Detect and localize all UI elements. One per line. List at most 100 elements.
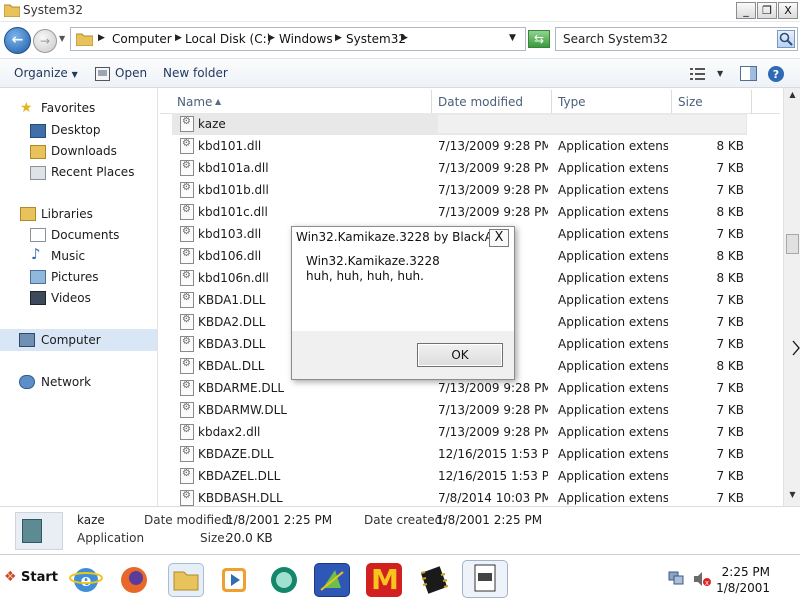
- column-divider[interactable]: [551, 90, 552, 114]
- file-row[interactable]: KBDARMW.DLL 7/13/2009 9:28 PM Application …: [160, 399, 760, 421]
- file-size: 7 KB: [716, 315, 744, 329]
- breadcrumb-system32[interactable]: System32: [346, 32, 406, 46]
- breadcrumb-chevron-icon[interactable]: ▶: [98, 33, 105, 43]
- dll-file-icon: [180, 160, 194, 176]
- breadcrumb-chevron-icon[interactable]: ▶: [268, 33, 275, 43]
- file-name: kbd101b.dll: [198, 183, 269, 197]
- vertical-scrollbar[interactable]: ▲ ▼: [783, 88, 800, 506]
- file-name: kbd101a.dll: [198, 161, 269, 175]
- back-arrow-icon[interactable]: ←: [4, 27, 31, 54]
- breadcrumb-local-disk[interactable]: Local Disk (C:): [185, 32, 271, 46]
- file-name: kbd101c.dll: [198, 205, 268, 219]
- breadcrumb-chevron-icon[interactable]: ▶: [175, 33, 182, 43]
- new-folder-button[interactable]: New folder: [163, 66, 228, 80]
- firefox-icon[interactable]: [116, 563, 152, 597]
- scroll-down-icon[interactable]: ▼: [785, 490, 800, 504]
- file-type: Application extens...: [558, 227, 668, 241]
- nav-favorites[interactable]: Favorites: [41, 101, 95, 115]
- column-name[interactable]: Name: [177, 95, 212, 109]
- view-options-icon[interactable]: [690, 67, 706, 81]
- nav-documents[interactable]: Documents: [51, 228, 119, 242]
- nav-libraries[interactable]: Libraries: [41, 207, 93, 221]
- nav-desktop[interactable]: Desktop: [51, 123, 101, 137]
- column-divider[interactable]: [671, 90, 672, 114]
- clock-time[interactable]: 2:25 PM: [710, 565, 770, 579]
- mcdonalds-logo: M: [371, 563, 399, 596]
- preview-pane-icon[interactable]: [740, 66, 757, 81]
- column-date-modified[interactable]: Date modified: [438, 95, 523, 109]
- breadcrumb-chevron-icon[interactable]: ▶: [401, 33, 408, 43]
- dialog-close-button[interactable]: X: [489, 229, 509, 247]
- media-player-icon[interactable]: [216, 563, 252, 597]
- dll-file-icon: [180, 204, 194, 220]
- organize-button[interactable]: Organize ▼: [14, 66, 78, 80]
- chip-icon[interactable]: [416, 563, 452, 597]
- search-input[interactable]: Search System32: [555, 27, 798, 51]
- details-modified-label: Date modified:: [144, 513, 234, 527]
- file-row[interactable]: kbd101b.dll 7/13/2009 9:28 PM Application …: [160, 179, 760, 201]
- close-button[interactable]: X: [778, 2, 798, 19]
- minimize-button[interactable]: _: [736, 2, 756, 19]
- nav-recent-places[interactable]: Recent Places: [51, 165, 134, 179]
- column-size[interactable]: Size: [678, 95, 703, 109]
- file-row[interactable]: kbd101a.dll 7/13/2009 9:28 PM Application …: [160, 157, 760, 179]
- details-pane: kaze Application Date modified: 1/8/2001…: [0, 506, 800, 554]
- dll-file-icon: [180, 402, 194, 418]
- recent-pages-dropdown-icon[interactable]: ▼: [59, 34, 65, 43]
- chat-app-icon[interactable]: [266, 563, 302, 597]
- breadcrumb-chevron-icon[interactable]: ▶: [335, 33, 342, 43]
- window-title-bar[interactable]: System32 _ ❐ X: [0, 0, 800, 22]
- details-file-kind: Application: [77, 531, 145, 545]
- open-button[interactable]: Open: [115, 66, 147, 80]
- start-button[interactable]: ❖ Start: [2, 565, 58, 593]
- scrollbar-thumb[interactable]: [786, 234, 799, 254]
- help-icon[interactable]: ?: [767, 65, 785, 83]
- mcdonalds-icon[interactable]: M: [366, 563, 402, 597]
- internet-explorer-icon[interactable]: e: [68, 563, 104, 597]
- view-dropdown-icon[interactable]: ▼: [717, 69, 723, 78]
- file-row[interactable]: kaze: [160, 113, 760, 135]
- file-size: 7 KB: [716, 491, 744, 505]
- dll-file-icon: [180, 270, 194, 286]
- address-bar[interactable]: ▶ Computer ▶ Local Disk (C:) ▶ Windows ▶…: [70, 27, 526, 51]
- volume-muted-icon[interactable]: x: [693, 571, 711, 587]
- file-explorer-icon[interactable]: [168, 563, 204, 597]
- forward-arrow-icon[interactable]: →: [33, 29, 57, 53]
- breadcrumb-windows[interactable]: Windows: [279, 32, 333, 46]
- ok-button[interactable]: OK: [417, 343, 503, 367]
- file-row[interactable]: KBDAZEL.DLL 12/16/2015 1:53 PM Application…: [160, 465, 760, 487]
- file-date: 7/13/2009 9:28 PM: [438, 381, 548, 395]
- file-size: 7 KB: [716, 337, 744, 351]
- clock-date[interactable]: 1/8/2001: [710, 581, 770, 595]
- nav-music[interactable]: Music: [51, 249, 85, 263]
- scroll-up-icon[interactable]: ▲: [785, 90, 800, 104]
- nav-videos[interactable]: Videos: [51, 291, 91, 305]
- file-row[interactable]: kbd101c.dll 7/13/2009 9:28 PM Application …: [160, 201, 760, 223]
- column-divider[interactable]: [751, 90, 752, 114]
- active-program-icon[interactable]: [462, 560, 508, 598]
- file-size: 7 KB: [716, 403, 744, 417]
- nav-downloads[interactable]: Downloads: [51, 144, 117, 158]
- refresh-icon[interactable]: ⇆: [528, 30, 550, 48]
- file-row[interactable]: kbd101.dll 7/13/2009 9:28 PM Application e…: [160, 135, 760, 157]
- file-type: Application extens...: [558, 381, 668, 395]
- address-dropdown-icon[interactable]: ▼: [509, 33, 516, 43]
- network-icon: [19, 375, 35, 389]
- maximize-button[interactable]: ❐: [757, 2, 777, 19]
- file-row[interactable]: KBDAZE.DLL 12/16/2015 1:53 PM Application …: [160, 443, 760, 465]
- breadcrumb-computer[interactable]: Computer: [112, 32, 172, 46]
- column-divider[interactable]: [431, 90, 432, 114]
- nav-computer-row[interactable]: Computer: [0, 329, 157, 351]
- network-status-icon[interactable]: [668, 571, 684, 585]
- file-type: Application extens...: [558, 337, 668, 351]
- network-wizard-icon[interactable]: [314, 563, 350, 597]
- file-row[interactable]: KBDARME.DLL 7/13/2009 9:28 PM Application …: [160, 377, 760, 399]
- nav-computer[interactable]: Computer: [41, 333, 101, 347]
- nav-pictures[interactable]: Pictures: [51, 270, 99, 284]
- nav-network[interactable]: Network: [41, 375, 91, 389]
- file-date: 7/13/2009 9:28 PM: [438, 205, 548, 219]
- file-row[interactable]: kbdax2.dll 7/13/2009 9:28 PM Application e…: [160, 421, 760, 443]
- column-type[interactable]: Type: [558, 95, 586, 109]
- dialog-title-bar[interactable]: Win32.Kamikaze.3228 by BlackArt X: [292, 227, 514, 249]
- search-icon[interactable]: [777, 30, 795, 48]
